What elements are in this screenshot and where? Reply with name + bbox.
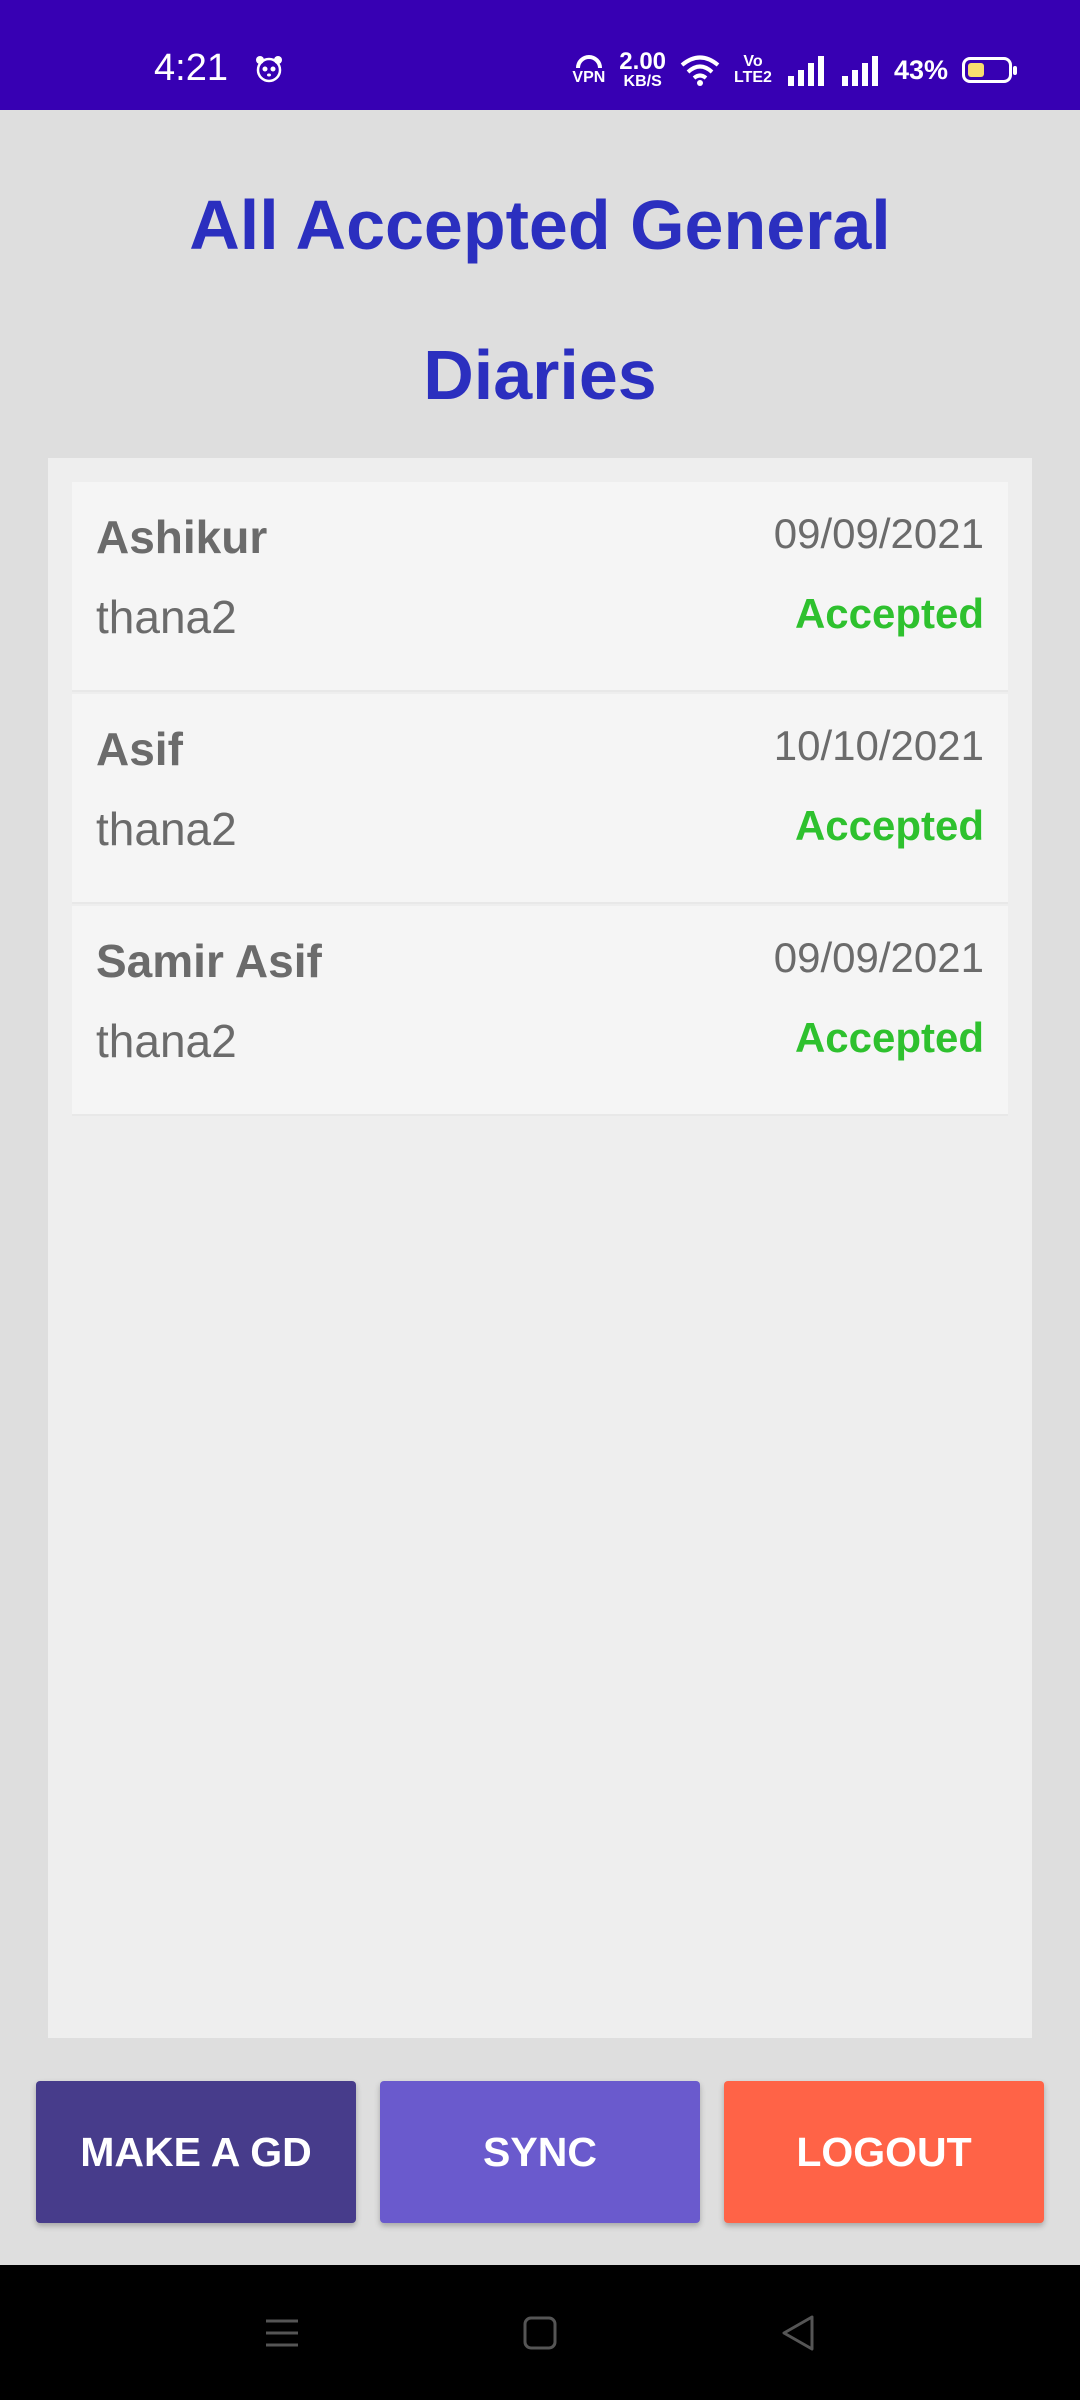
- back-icon[interactable]: [778, 2313, 818, 2353]
- make-gd-button[interactable]: MAKE A GD: [36, 2081, 356, 2223]
- list-item[interactable]: Asif 10/10/2021 thana2 Accepted: [72, 694, 1008, 904]
- volte-bottom: LTE2: [734, 69, 772, 86]
- logout-button[interactable]: LOGOUT: [724, 2081, 1044, 2223]
- police-station: thana2: [96, 591, 237, 643]
- network-speed: 2.00 KB/S: [619, 50, 666, 90]
- complainant-name: Ashikur: [96, 511, 268, 563]
- status-badge: Accepted: [794, 1014, 984, 1061]
- list-item[interactable]: Ashikur 09/09/2021 thana2 Accepted: [72, 482, 1008, 692]
- sync-button[interactable]: SYNC: [380, 2081, 700, 2223]
- battery-fill: [968, 63, 985, 77]
- signal-icon-sim1: [787, 56, 824, 86]
- complainant-name: Asif: [96, 723, 183, 775]
- panda-notification-icon: [256, 56, 282, 83]
- status-bar: 4:21 VPN 2.00 KB/S Vo LTE2 43%: [0, 0, 1080, 110]
- wifi-icon: [680, 55, 720, 86]
- status-badge: Accepted: [794, 802, 984, 849]
- volte-indicator: Vo LTE2: [734, 54, 772, 86]
- signal-icon-sim2: [841, 56, 878, 86]
- home-icon[interactable]: [520, 2313, 560, 2353]
- police-station: thana2: [96, 803, 237, 855]
- speed-value: 2.00: [619, 48, 667, 75]
- volte-top: Vo: [743, 53, 763, 70]
- diary-date: 10/10/2021: [773, 722, 984, 769]
- list-item[interactable]: Samir Asif 09/09/2021 thana2 Accepted: [72, 906, 1008, 1116]
- battery-icon: [962, 57, 1017, 83]
- system-nav-bar: [0, 2265, 1080, 2400]
- police-station: thana2: [96, 1015, 237, 1067]
- page-title: All Accepted General Diaries: [189, 186, 891, 414]
- diary-date: 09/09/2021: [773, 934, 984, 981]
- status-time: 4:21: [154, 47, 228, 89]
- vpn-indicator: VPN: [572, 54, 605, 86]
- vpn-key-icon: [575, 55, 602, 69]
- diary-date: 09/09/2021: [773, 510, 984, 557]
- diary-list[interactable]: Ashikur 09/09/2021 thana2 Accepted Asif …: [48, 458, 1032, 2038]
- status-badge: Accepted: [794, 590, 984, 637]
- menu-icon[interactable]: [262, 2313, 302, 2353]
- complainant-name: Samir Asif: [96, 935, 322, 987]
- vpn-label: VPN: [572, 69, 606, 86]
- battery-percent: 43%: [893, 54, 948, 85]
- speed-unit: KB/S: [623, 73, 662, 90]
